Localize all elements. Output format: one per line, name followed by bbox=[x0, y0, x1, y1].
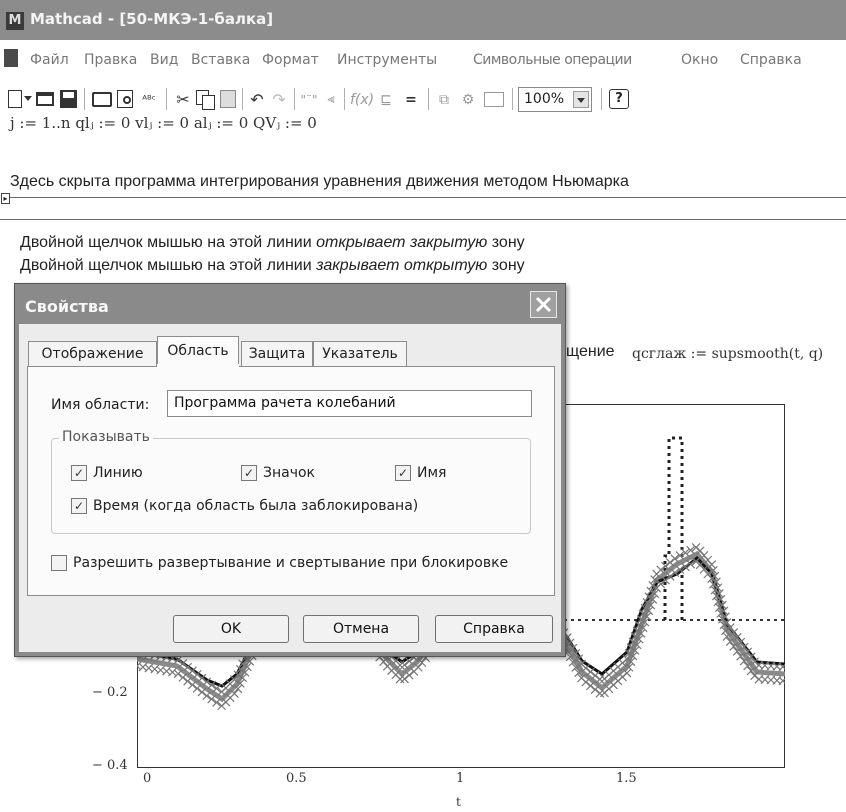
window-title: Mathcad - [50-МКЭ-1-балка] bbox=[30, 10, 274, 28]
menu-view[interactable]: Вид bbox=[150, 52, 178, 68]
toolbar-separator bbox=[344, 88, 345, 110]
text-region-icon[interactable] bbox=[484, 92, 504, 107]
resource-icon[interactable]: ⧉ bbox=[434, 90, 454, 110]
calculate-icon[interactable]: = bbox=[402, 90, 420, 110]
checkbox-allow-expand-label: Разрешить развертывание и свертывание пр… bbox=[73, 555, 509, 571]
insert-function-icon[interactable]: f(x) bbox=[350, 90, 374, 110]
dotted-pulse bbox=[663, 436, 684, 620]
area-bottom-line[interactable] bbox=[0, 219, 846, 220]
save-icon[interactable] bbox=[60, 90, 77, 108]
insert-unit-icon[interactable]: ⊑ bbox=[376, 90, 396, 110]
x-tick-label: 0 bbox=[143, 771, 152, 786]
menu-tools[interactable]: Инструменты bbox=[337, 52, 437, 68]
print-icon[interactable] bbox=[92, 92, 112, 107]
help-icon[interactable]: ? bbox=[609, 89, 629, 109]
hint2-suffix: зону bbox=[487, 257, 525, 274]
y-tick-label: − 0.2 bbox=[92, 685, 128, 700]
checkbox-name[interactable]: ✓ bbox=[395, 465, 411, 481]
tab-protection[interactable]: Защита bbox=[241, 341, 313, 366]
undo-icon[interactable]: ↶ bbox=[248, 90, 266, 110]
definitions-line[interactable]: j := 1..n qlⱼ := 0 vlⱼ := 0 alⱼ := 0 QVⱼ… bbox=[10, 114, 317, 132]
x-axis-label: t bbox=[456, 795, 461, 809]
area-marker-icon[interactable]: ▸ bbox=[1, 193, 10, 204]
toolbar-separator bbox=[601, 88, 602, 110]
dialog-title: Свойства bbox=[25, 297, 109, 316]
hint1-prefix: Двойной щелчок мышью на этой линии bbox=[20, 234, 317, 251]
checkbox-line-label: Линию bbox=[93, 465, 143, 481]
area-name-label: Имя области: bbox=[51, 397, 150, 413]
menu-format[interactable]: Формат bbox=[262, 52, 319, 68]
y-tick-label: − 0.4 bbox=[92, 758, 128, 773]
menu-insert[interactable]: Вставка bbox=[191, 52, 250, 68]
partial-text: щение bbox=[566, 343, 615, 360]
new-file-dropdown-icon[interactable] bbox=[24, 96, 32, 101]
menu-window[interactable]: Окно bbox=[681, 52, 718, 68]
checkbox-time-label: Время (когда область была заблокирована) bbox=[93, 498, 419, 514]
hint1-italic: открывает закрытую bbox=[316, 234, 488, 251]
align-icon[interactable]: "¨" bbox=[300, 90, 318, 110]
toolbar-separator bbox=[428, 88, 429, 110]
new-file-icon[interactable] bbox=[8, 90, 22, 108]
close-zone-hint: Двойной щелчок мышью на этой линии закры… bbox=[20, 257, 525, 275]
checkbox-allow-expand[interactable] bbox=[51, 555, 67, 571]
toolbar-separator bbox=[242, 88, 243, 110]
open-icon[interactable] bbox=[36, 92, 54, 106]
area-top-line[interactable] bbox=[10, 197, 846, 198]
align-down-icon[interactable]: ⫷ bbox=[322, 90, 340, 110]
show-group bbox=[51, 438, 531, 534]
tab-region[interactable]: Область bbox=[157, 336, 239, 367]
zoom-value: 100% bbox=[524, 91, 565, 107]
menu-help[interactable]: Справка bbox=[740, 52, 802, 68]
hint2-italic: закрывает открытую bbox=[316, 257, 488, 274]
spellcheck-icon[interactable]: ᴬᴮᶜ bbox=[138, 90, 160, 110]
checkbox-icon[interactable]: ✓ bbox=[241, 465, 257, 481]
copy-icon[interactable] bbox=[196, 90, 215, 110]
active-tab-joint bbox=[157, 364, 239, 368]
toolbar-separator bbox=[294, 88, 295, 110]
toolbar-separator bbox=[166, 88, 167, 110]
component-icon[interactable]: ⚙ bbox=[458, 90, 478, 110]
cancel-button[interactable]: Отмена bbox=[303, 615, 419, 643]
close-x-glyph bbox=[535, 296, 552, 313]
hint2-prefix: Двойной щелчок мышью на этой линии bbox=[20, 257, 317, 274]
open-zone-hint: Двойной щелчок мышью на этой линии откры… bbox=[20, 234, 525, 252]
hint1-suffix: зону bbox=[487, 234, 525, 251]
print-preview-icon[interactable] bbox=[117, 90, 133, 108]
help-button[interactable]: Справка bbox=[435, 615, 553, 643]
tab-display[interactable]: Отображение bbox=[28, 341, 157, 366]
document-icon[interactable] bbox=[4, 49, 18, 67]
close-icon[interactable] bbox=[530, 291, 557, 318]
checkbox-name-label: Имя bbox=[417, 465, 447, 481]
menu-edit[interactable]: Правка bbox=[84, 52, 137, 68]
area-name-input[interactable]: Программа рачета колебаний bbox=[167, 390, 532, 417]
ok-button[interactable]: OK bbox=[173, 615, 289, 643]
toolbar-separator bbox=[512, 88, 513, 110]
redo-icon[interactable]: ↷ bbox=[270, 90, 288, 110]
paste-icon[interactable] bbox=[220, 90, 236, 108]
tab-pointer[interactable]: Указатель bbox=[313, 341, 407, 366]
zoom-select[interactable]: 100% bbox=[518, 87, 592, 112]
checkbox-time[interactable]: ✓ bbox=[71, 498, 87, 514]
x-tick-label: 1 bbox=[456, 771, 465, 786]
x-tick-label: 0.5 bbox=[286, 771, 307, 786]
mathcad-icon[interactable]: M bbox=[6, 12, 24, 30]
hidden-program-note[interactable]: Здесь скрыта программа интегрирования ур… bbox=[10, 173, 629, 191]
cut-icon[interactable]: ✂ bbox=[174, 90, 192, 110]
title-bar: M Mathcad - [50-МКЭ-1-балка] bbox=[0, 0, 846, 40]
checkbox-icon-label: Значок bbox=[263, 465, 316, 481]
smooth-definition[interactable]: qсглаж := supsmooth(t, q) bbox=[632, 346, 823, 362]
properties-dialog: Свойства Отображение Область Защита Указ… bbox=[14, 283, 566, 657]
menu-file[interactable]: Файл bbox=[30, 52, 69, 68]
checkbox-line[interactable]: ✓ bbox=[71, 465, 87, 481]
menu-symbolics[interactable]: Символьные операции bbox=[473, 52, 632, 68]
x-tick-label: 1.5 bbox=[616, 771, 637, 786]
show-group-label: Показывать bbox=[59, 429, 153, 445]
toolbar-separator bbox=[84, 88, 85, 110]
chevron-down-icon[interactable] bbox=[573, 91, 589, 108]
